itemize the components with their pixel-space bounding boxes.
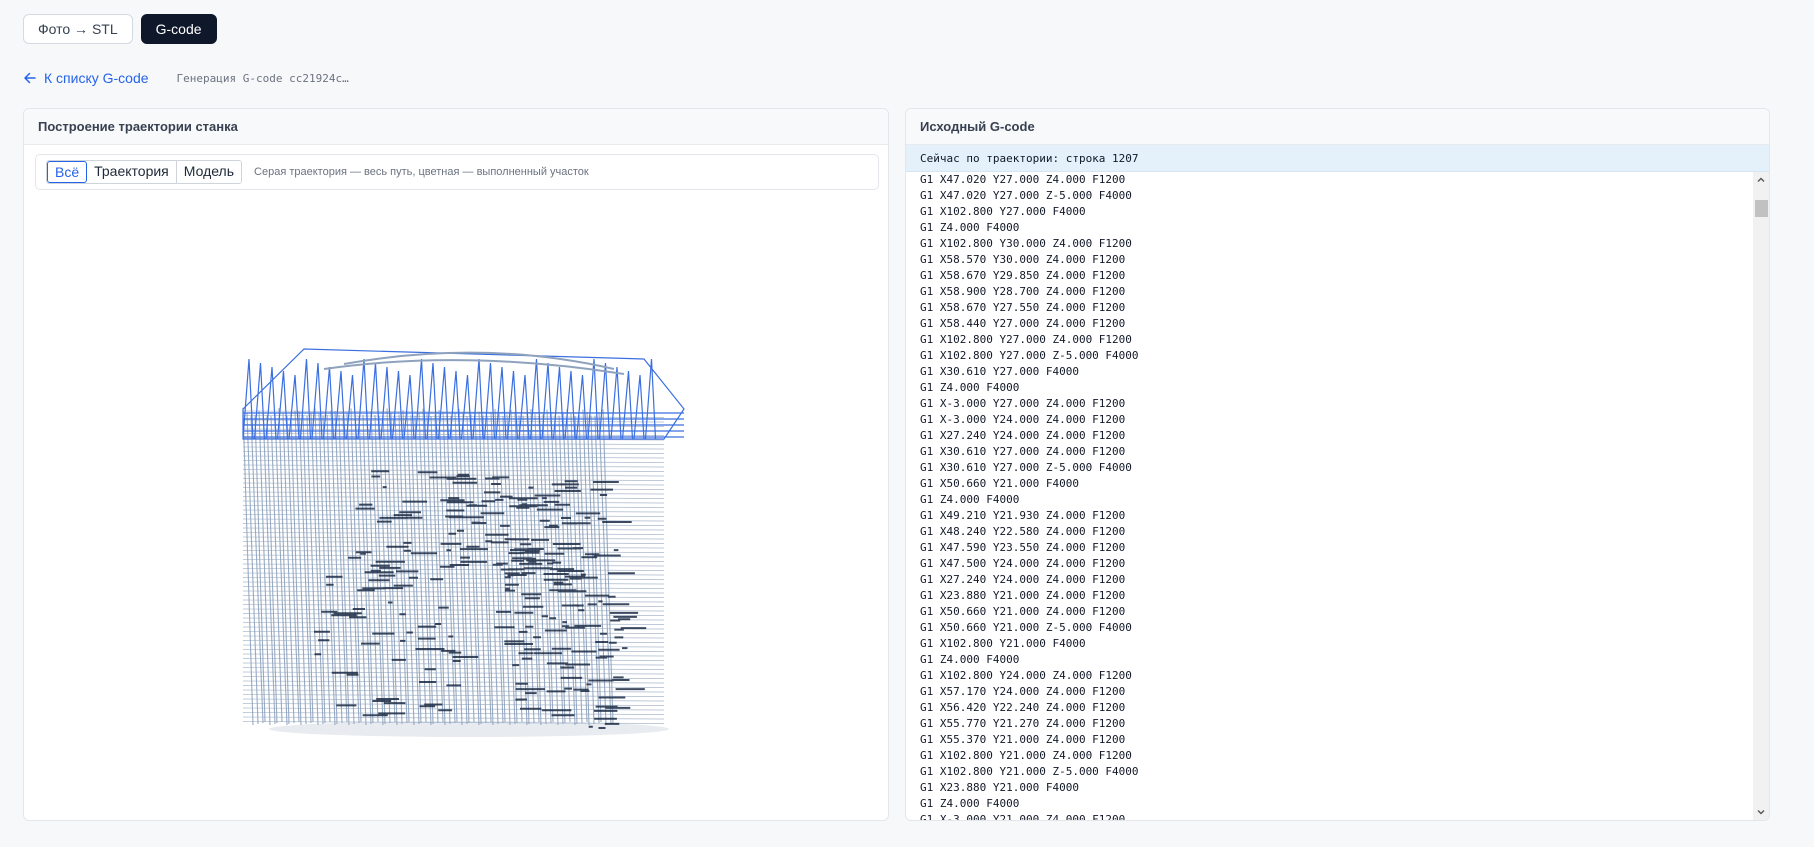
scroll-up-icon[interactable] [1753,172,1769,188]
arrow-left-icon [24,72,36,84]
gcode-line: G1 X102.800 Y21.000 F4000 [920,637,1086,650]
toolpath-canvas[interactable] [24,199,888,819]
view-toolbar: Всё Траектория Модель Серая траектория —… [35,154,879,190]
job-label: Генерация G-code cc21924c… [176,71,349,85]
gcode-line: G1 X27.240 Y24.000 Z4.000 F1200 [920,429,1126,442]
breadcrumb: К списку G-code Генерация G-code cc21924… [23,70,349,86]
gcode-line: G1 X30.610 Y27.000 F4000 [920,365,1079,378]
back-to-gcode-list-link[interactable]: К списку G-code [23,70,149,86]
gcode-line: G1 X58.440 Y27.000 Z4.000 F1200 [920,317,1126,330]
gcode-line: G1 X50.660 Y21.000 Z-5.000 F4000 [920,621,1132,634]
gcode-line: G1 X47.590 Y23.550 Z4.000 F1200 [920,541,1126,554]
gcode-line: G1 X102.800 Y27.000 Z4.000 F1200 [920,333,1132,346]
gcode-line: G1 X23.880 Y21.000 Z4.000 F1200 [920,589,1126,602]
view-hint: Серая траектория — весь путь, цветная — … [254,166,589,178]
gcode-line: G1 Z4.000 F4000 [920,221,1020,234]
view-mode-model-button[interactable]: Модель [176,161,242,183]
gcode-line: G1 Z4.000 F4000 [920,381,1020,394]
gcode-panel-title: Исходный G-code [906,109,1769,145]
gcode-line: G1 X23.880 Y21.000 F4000 [920,781,1079,794]
gcode-line: G1 X-3.000 Y24.000 Z4.000 F1200 [920,413,1126,426]
gcode-line: G1 X48.240 Y22.580 Z4.000 F1200 [920,525,1126,538]
gcode-line: G1 X-3.000 Y27.000 Z4.000 F1200 [920,397,1126,410]
gcode-line: G1 X58.900 Y28.700 Z4.000 F1200 [920,285,1126,298]
gcode-line: G1 X30.610 Y27.000 Z-5.000 F4000 [920,461,1132,474]
gcode-line: G1 X55.370 Y21.000 Z4.000 F1200 [920,733,1126,746]
gcode-line: G1 X50.660 Y21.000 Z4.000 F1200 [920,605,1126,618]
current-line-indicator: Сейчас по траектории: строка 1207 [906,145,1769,172]
gcode-line: G1 X58.670 Y29.850 Z4.000 F1200 [920,269,1126,282]
gcode-line: G1 Z4.000 F4000 [920,493,1020,506]
gcode-panel: Исходный G-code Сейчас по траектории: ст… [905,108,1770,821]
view-mode-all-button[interactable]: Всё [47,161,88,183]
view-mode-toggle: Всё Траектория Модель [46,160,243,184]
toolpath-top-arcs [323,351,625,375]
gcode-line: G1 X57.170 Y24.000 Z4.000 F1200 [920,685,1126,698]
gcode-line: G1 X30.610 Y27.000 Z4.000 F1200 [920,445,1126,458]
gcode-line: G1 X56.420 Y22.240 Z4.000 F1200 [920,701,1126,714]
gcode-line: G1 X102.800 Y27.000 F4000 [920,205,1086,218]
toolpath-panel-title: Построение траектории станка [24,109,888,145]
gcode-line: G1 X58.670 Y27.550 Z4.000 F1200 [920,301,1126,314]
gcode-line: G1 X55.770 Y21.270 Z4.000 F1200 [920,717,1126,730]
toolpath-executed [242,348,685,440]
gcode-line: G1 X47.500 Y24.000 Z4.000 F1200 [920,557,1126,570]
gcode-line: G1 X47.020 Y27.000 Z-5.000 F4000 [920,189,1132,202]
top-tabs: Фото → STL G-code [23,14,217,44]
tab-gcode[interactable]: G-code [140,14,217,44]
gcode-scrollbar[interactable] [1753,172,1769,820]
scrollbar-thumb[interactable] [1755,200,1768,217]
tab-photo-to-stl[interactable]: Фото → STL [23,14,133,44]
gcode-line: G1 X102.800 Y21.000 Z-5.000 F4000 [920,765,1139,778]
gcode-line: G1 Z4.000 F4000 [920,797,1020,810]
gcode-listing[interactable]: G1 X47.020 Y27.000 Z4.000 F1200 G1 X47.02… [906,172,1753,820]
toolpath-3d-viewport[interactable] [24,199,888,819]
gcode-line: G1 X27.240 Y24.000 Z4.000 F1200 [920,573,1126,586]
gcode-line: G1 X49.210 Y21.930 Z4.000 F1200 [920,509,1126,522]
gcode-line: G1 X102.800 Y27.000 Z-5.000 F4000 [920,349,1139,362]
gcode-line: G1 X-3.000 Y21.000 Z4.000 F1200 [920,813,1126,820]
gcode-line: G1 X102.800 Y21.000 Z4.000 F1200 [920,749,1132,762]
toolpath-panel: Построение траектории станка Всё Траекто… [23,108,889,821]
gcode-line: G1 X47.020 Y27.000 Z4.000 F1200 [920,173,1126,186]
back-link-label: К списку G-code [44,70,149,86]
gcode-line: G1 X102.800 Y24.000 Z4.000 F1200 [920,669,1132,682]
gcode-line: G1 X58.570 Y30.000 Z4.000 F1200 [920,253,1126,266]
scroll-down-icon[interactable] [1753,804,1769,820]
gcode-line: G1 Z4.000 F4000 [920,653,1020,666]
gcode-line: G1 X50.660 Y21.000 F4000 [920,477,1079,490]
gcode-line: G1 X102.800 Y30.000 Z4.000 F1200 [920,237,1132,250]
view-mode-toolpath-button[interactable]: Траектория [87,161,177,183]
